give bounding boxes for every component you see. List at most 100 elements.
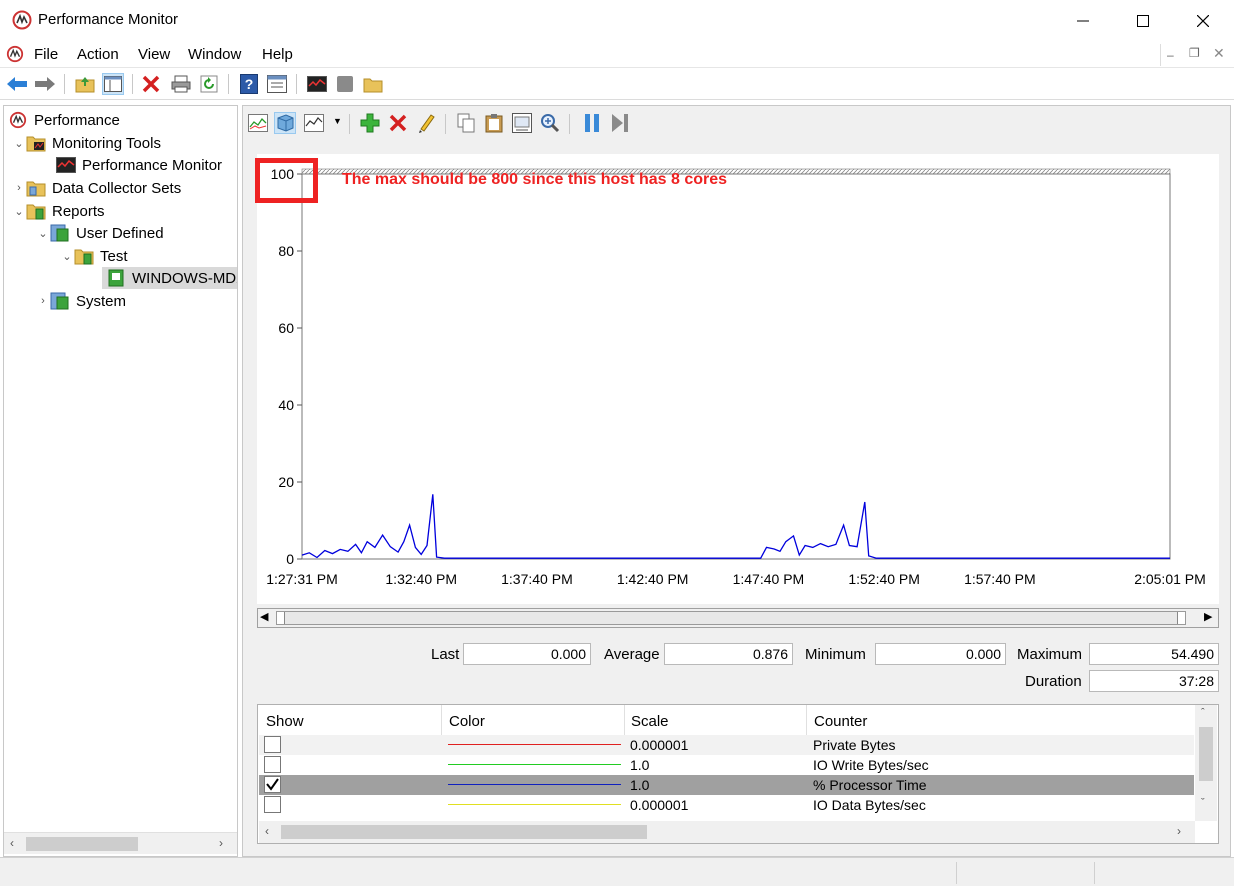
chevron-down-icon[interactable]: ⌄: [12, 137, 26, 150]
chevron-down-icon[interactable]: ⌄: [12, 205, 26, 218]
scrollbar-thumb[interactable]: [26, 837, 138, 851]
counter-row[interactable]: 0.000001 IO Data Bytes/sec: [259, 795, 1194, 815]
show-checkbox[interactable]: [264, 796, 281, 813]
chevron-down-icon[interactable]: ▼: [333, 116, 342, 126]
tree-item-test[interactable]: ⌄ Test: [60, 245, 128, 267]
maximize-button[interactable]: [1114, 0, 1172, 42]
copy-properties-button[interactable]: [455, 112, 477, 134]
add-counter-button[interactable]: [359, 112, 381, 134]
scroll-left-icon[interactable]: ◀: [260, 610, 268, 623]
zoom-button[interactable]: [539, 112, 561, 134]
minimum-value: 0.000: [875, 643, 1006, 665]
scale-value: 0.000001: [630, 797, 689, 813]
scroll-up-icon[interactable]: ˆ: [1201, 707, 1205, 719]
show-hide-console-tree-button[interactable]: [102, 73, 124, 95]
performance-graph: 100 80 60 40 20 0 1:27:31 PM 1:32:40 PM 1:37:40 …: [255, 154, 1219, 604]
series-color-swatch: [448, 764, 621, 765]
tree-item-windows-md2[interactable]: WINDOWS-MD2: [102, 267, 237, 289]
delete-counter-button[interactable]: [387, 112, 409, 134]
back-button[interactable]: [6, 73, 28, 95]
menu-window[interactable]: Window: [188, 46, 241, 63]
properties-button[interactable]: [511, 112, 533, 134]
menu-action[interactable]: Action: [77, 46, 119, 63]
tree-item-data-collector-sets[interactable]: › Data Collector Sets: [12, 177, 181, 199]
show-checkbox[interactable]: [264, 736, 281, 753]
menu-view[interactable]: View: [138, 46, 170, 63]
tree-item-reports[interactable]: ⌄ Reports: [12, 200, 105, 222]
counter-vertical-scrollbar[interactable]: ˆ ˇ: [1195, 705, 1217, 821]
x-tick-label: 1:52:40 PM: [848, 571, 920, 587]
tree-item-user-defined[interactable]: ⌄ User Defined: [36, 222, 164, 244]
delete-x-icon: [142, 75, 160, 93]
refresh-button[interactable]: [198, 73, 220, 95]
tree-item-system[interactable]: › System: [36, 290, 126, 312]
tree-horizontal-scrollbar[interactable]: ‹ ›: [4, 832, 237, 854]
close-window-button[interactable]: [1174, 0, 1232, 42]
report-set-icon: [50, 292, 69, 310]
minimize-button[interactable]: [1054, 0, 1112, 42]
stop-button[interactable]: [334, 73, 356, 95]
time-range-scrollbar[interactable]: ◀ ▶: [257, 608, 1219, 628]
view-current-activity-button[interactable]: [247, 112, 269, 134]
column-header-color[interactable]: Color: [449, 713, 485, 730]
toolbar-separator: [296, 74, 297, 94]
column-header-counter[interactable]: Counter: [814, 713, 867, 730]
menu-help[interactable]: Help: [262, 46, 293, 63]
menu-file[interactable]: File: [34, 46, 58, 63]
scroll-left-icon[interactable]: ‹: [10, 836, 14, 850]
tree-item-monitoring-tools[interactable]: ⌄ Monitoring Tools: [12, 132, 161, 154]
counter-row[interactable]: 0.000001 Private Bytes: [259, 735, 1194, 755]
tree-item-performance-monitor[interactable]: Performance Monitor: [56, 154, 222, 176]
range-end-handle[interactable]: [1177, 612, 1185, 624]
chevron-down-icon[interactable]: ⌄: [36, 227, 50, 240]
mdi-restore-button[interactable]: ❐: [1189, 46, 1200, 60]
window-title: Performance Monitor: [38, 11, 179, 28]
title-bar: Performance Monitor: [0, 0, 1234, 42]
column-header-show[interactable]: Show: [266, 713, 304, 730]
scrollbar-thumb[interactable]: [281, 825, 647, 839]
help-button[interactable]: ?: [238, 73, 260, 95]
chevron-right-icon[interactable]: ›: [12, 182, 26, 194]
scroll-right-icon[interactable]: ▶: [1204, 610, 1212, 623]
update-data-button[interactable]: [609, 112, 631, 134]
range-start-handle[interactable]: [277, 612, 285, 624]
delete-x-icon: [389, 114, 407, 132]
print-button[interactable]: [170, 73, 192, 95]
time-range-slider[interactable]: [276, 611, 1186, 625]
up-folder-button[interactable]: [74, 73, 96, 95]
scroll-left-icon[interactable]: ‹: [265, 824, 269, 838]
counter-name: IO Data Bytes/sec: [813, 797, 926, 813]
last-label: Last: [431, 646, 460, 663]
scroll-right-icon[interactable]: ›: [219, 836, 223, 850]
line-graph-icon: [248, 114, 268, 132]
properties-button[interactable]: [266, 73, 288, 95]
column-divider: [624, 705, 625, 735]
change-graph-type-button[interactable]: [303, 112, 325, 134]
scroll-down-icon[interactable]: ˇ: [1201, 797, 1205, 809]
close-icon: [1197, 15, 1209, 27]
delete-button[interactable]: [140, 73, 162, 95]
counter-row[interactable]: 1.0 IO Write Bytes/sec: [259, 755, 1194, 775]
forward-button[interactable]: [34, 73, 56, 95]
chevron-right-icon[interactable]: ›: [36, 295, 50, 307]
scrollbar-thumb[interactable]: [1199, 727, 1213, 781]
latest-report-button[interactable]: [362, 73, 384, 95]
tree-label: Test: [100, 247, 128, 265]
tree-item-performance[interactable]: Performance: [8, 109, 120, 131]
counter-row[interactable]: 1.0 % Processor Time: [259, 775, 1194, 795]
show-checkbox[interactable]: [264, 756, 281, 773]
column-header-scale[interactable]: Scale: [631, 713, 669, 730]
console-tree: Performance ⌄ Monitoring Tools Performan…: [3, 105, 238, 857]
view-log-data-button[interactable]: [274, 112, 296, 134]
freeze-display-button[interactable]: [581, 112, 603, 134]
chevron-down-icon[interactable]: ⌄: [60, 250, 74, 263]
paste-counter-list-button[interactable]: [483, 112, 505, 134]
mdi-minimize-button[interactable]: –: [1167, 48, 1174, 62]
counter-horizontal-scrollbar[interactable]: ‹ ›: [259, 821, 1195, 843]
scroll-right-icon[interactable]: ›: [1177, 824, 1181, 838]
mdi-close-button[interactable]: ✕: [1213, 45, 1225, 62]
highlight-button[interactable]: [415, 112, 437, 134]
pause-icon: [585, 114, 599, 132]
show-checkbox[interactable]: [264, 776, 281, 793]
performance-monitor-view-button[interactable]: [306, 73, 328, 95]
